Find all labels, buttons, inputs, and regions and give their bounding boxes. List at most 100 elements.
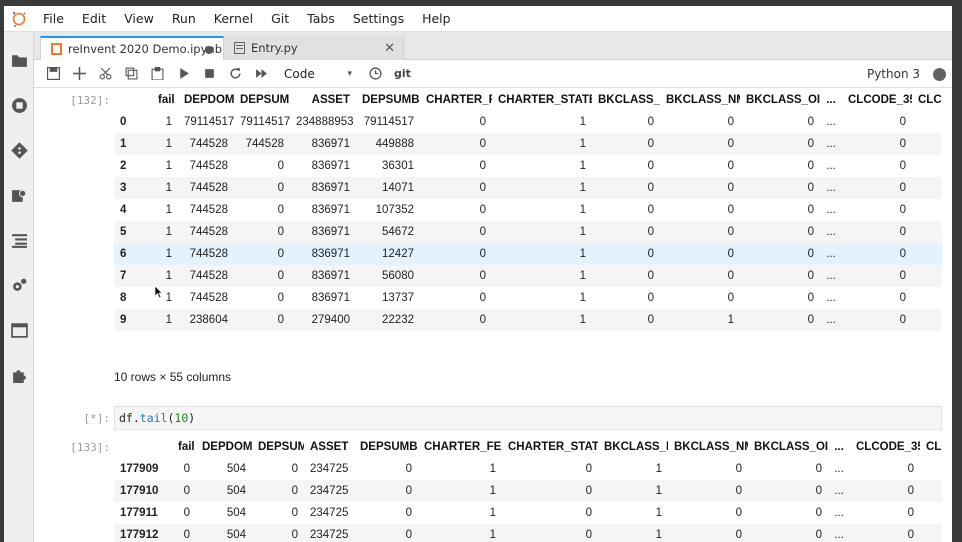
git-icon[interactable] — [9, 140, 29, 160]
row-index: 7 — [114, 265, 152, 287]
settings-icon[interactable] — [9, 275, 29, 295]
add-cell-icon[interactable] — [66, 62, 92, 86]
table-cell: ... — [820, 309, 842, 331]
column-header: ASSET — [310, 441, 349, 453]
table-cell: 0 — [647, 160, 654, 172]
output-prompt: [133]: — [70, 441, 110, 454]
table-cell: 744528 — [178, 177, 234, 199]
table-cell: 1 — [165, 204, 172, 216]
column-header: DEPSUM — [258, 441, 304, 453]
table-row: 5 1 744528 0 836971 54672 0 1 0 0 0... 0 — [114, 221, 942, 243]
table-cell: 836971 — [290, 133, 356, 155]
table-of-contents-icon[interactable] — [9, 230, 29, 250]
table-cell: 0 — [592, 243, 660, 265]
paste-icon[interactable] — [144, 62, 170, 86]
column-header: CLCODE_35 — [856, 441, 920, 453]
menu-run[interactable]: Run — [163, 11, 205, 26]
table-cell: 107352 — [375, 204, 414, 216]
code-editor[interactable]: df. tail(10) — [114, 406, 942, 430]
table-cell: 0 — [740, 221, 820, 243]
clock-icon[interactable] — [362, 62, 388, 86]
column-header: CLCODE_35 — [848, 94, 912, 106]
column-header: CLCO — [926, 441, 942, 453]
row-index: 5 — [114, 221, 152, 243]
menu-kernel[interactable]: Kernel — [205, 11, 262, 26]
table-cell — [920, 480, 942, 502]
table-cell: 12427 — [356, 243, 420, 265]
table-cell: 0 — [234, 309, 290, 331]
tab-entry-label: Entry.py — [251, 41, 298, 55]
cut-icon[interactable] — [92, 62, 118, 86]
table-cell: 0 — [252, 524, 304, 542]
table-cell: 0 — [850, 524, 920, 542]
tab-entry-file[interactable]: Entry.py ✕ — [224, 36, 404, 60]
table-cell: 836971 — [311, 292, 350, 304]
tabs-icon[interactable] — [9, 320, 29, 340]
table-cell — [912, 155, 942, 177]
table-cell: 1 — [152, 243, 178, 265]
column-header: BKCLASS_N — [598, 94, 660, 106]
git-button[interactable]: git — [394, 67, 411, 80]
row-index: 4 — [120, 204, 127, 216]
unsaved-dot-icon[interactable] — [205, 46, 213, 54]
table-cell: 1 — [660, 309, 740, 331]
property-inspector-icon[interactable] — [9, 185, 29, 205]
close-icon[interactable]: ✕ — [384, 41, 395, 56]
table-cell: 0 — [815, 463, 822, 475]
copy-icon[interactable] — [118, 62, 144, 86]
table-cell: 1 — [492, 309, 592, 331]
tab-notebook[interactable]: reInvent 2020 Demo.ipynb — [40, 36, 224, 60]
table-cell: ... — [834, 463, 844, 475]
menu-help[interactable]: Help — [413, 11, 460, 26]
table-cell: 79114517 — [240, 116, 290, 128]
stop-icon[interactable] — [196, 62, 222, 86]
table-cell: 0 — [479, 116, 486, 128]
save-icon[interactable] — [40, 62, 66, 86]
menu-settings[interactable]: Settings — [344, 11, 413, 26]
menu-file[interactable]: File — [34, 11, 73, 26]
kernel-name[interactable]: Python 3 — [867, 67, 920, 81]
extension-icon[interactable] — [9, 365, 29, 385]
table-cell: 0 — [740, 133, 820, 155]
column-header — [114, 89, 152, 111]
run-icon[interactable] — [170, 62, 196, 86]
run-all-icon[interactable] — [248, 62, 274, 86]
table-cell: 1 — [598, 480, 668, 502]
row-index: 8 — [120, 292, 127, 304]
menu-tabs[interactable]: Tabs — [298, 11, 344, 26]
table-cell: 14071 — [356, 177, 420, 199]
running-icon[interactable] — [9, 95, 29, 115]
menu-git[interactable]: Git — [262, 11, 298, 26]
table-cell: 836971 — [311, 204, 350, 216]
table-cell: 0 — [183, 507, 190, 519]
column-header: CHARTER_STATE — [508, 441, 598, 453]
table-cell: 0 — [502, 524, 598, 542]
table-cell: 0 — [660, 265, 740, 287]
table-cell: 0 — [291, 463, 298, 475]
table-cell: 0 — [899, 292, 906, 304]
menu-view[interactable]: View — [115, 11, 163, 26]
menu-edit[interactable]: Edit — [73, 11, 115, 26]
column-header: DEPDOM — [184, 94, 234, 106]
row-index: 3 — [114, 177, 152, 199]
table-cell: 1 — [492, 243, 592, 265]
cell-type-select[interactable]: Code ▾ — [280, 63, 356, 85]
kernel-status-icon — [933, 68, 946, 81]
table-header-row: fail DEPDOM DEPSUM ASSET DEPSUMBR CHARTER_FED… — [114, 89, 942, 111]
table-cell: 234725 — [310, 463, 349, 475]
table-cell: 0 — [842, 133, 912, 155]
folder-icon[interactable] — [9, 50, 29, 70]
table-cell: 1 — [579, 204, 586, 216]
table-cell — [912, 133, 942, 155]
table-row: 9 1 238604 0 279400 22232 0 1 0 1 0... 0 — [114, 309, 942, 331]
restart-icon[interactable] — [222, 62, 248, 86]
table-cell: 0 — [277, 160, 284, 172]
table-cell — [912, 177, 942, 199]
table-cell: 0 — [842, 177, 912, 199]
mouse-cursor-icon — [155, 286, 163, 298]
notebook-panel[interactable]: [132]: fail DEPDOM DEPSUM ASSET DEPSUMBR CHAR… — [34, 89, 952, 542]
dataframe-shape: 10 rows × 55 columns — [114, 370, 232, 384]
table-cell: 0 — [660, 177, 740, 199]
table-cell: 0 — [277, 292, 284, 304]
table-cell: ... — [828, 524, 850, 542]
